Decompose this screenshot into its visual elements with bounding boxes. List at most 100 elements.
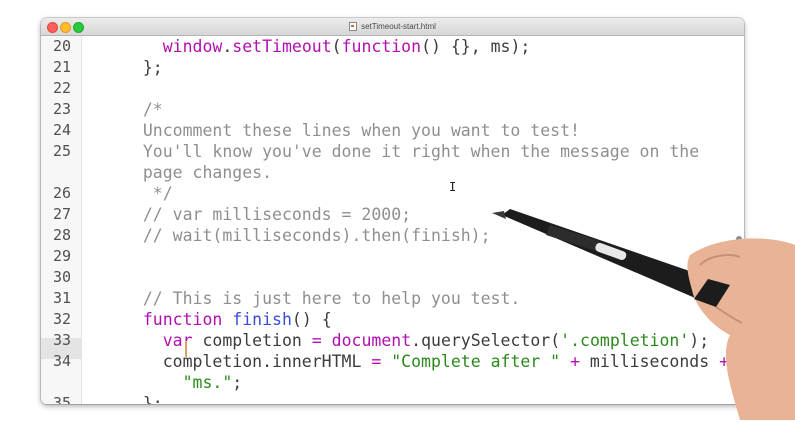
vertical-scrollbar[interactable]	[736, 236, 742, 404]
code-token: // wait(milliseconds).then(finish);	[123, 226, 491, 245]
code-editor[interactable]: 20 window.setTimeout(function() {}, ms);…	[41, 36, 744, 404]
line-number: 33	[52, 331, 71, 349]
code-token: You'll know you've done it right when th…	[123, 142, 700, 161]
line-number: 21	[52, 58, 71, 76]
code-line[interactable]: 27 // var milliseconds = 2000;	[41, 204, 741, 225]
code-token: page changes.	[123, 163, 273, 182]
code-line[interactable]: 31 // This is just here to help you test…	[41, 288, 741, 309]
code-token: +	[570, 352, 580, 371]
line-number: 28	[52, 226, 71, 244]
code-token: .querySelector(	[411, 331, 561, 350]
code-token: () {	[291, 310, 332, 329]
code-line[interactable]: 28 // wait(milliseconds).then(finish);	[41, 225, 741, 246]
code-token: () {}, ms);	[421, 37, 531, 56]
line-number: 31	[52, 289, 71, 307]
code-token: completion	[192, 331, 312, 350]
code-token: +	[719, 352, 730, 371]
code-line[interactable]: 20 window.setTimeout(function() {}, ms);	[41, 36, 741, 57]
code-token: "ms."	[182, 373, 233, 392]
code-line[interactable]: 32 function finish() {	[41, 309, 741, 330]
file-icon	[349, 22, 358, 31]
line-code[interactable]: */	[123, 183, 173, 204]
code-token: };	[123, 58, 163, 77]
line-number: 23	[52, 100, 71, 118]
line-number: 25	[52, 142, 71, 160]
code-line[interactable]: 30	[41, 267, 741, 288]
code-token: finish	[232, 310, 292, 329]
code-token: =	[311, 331, 322, 350]
code-line[interactable]: 24 Uncomment these lines when you want t…	[41, 120, 741, 141]
window-title-wrap: setTimeout-start.html	[41, 18, 744, 35]
code-token: milliseconds	[580, 352, 720, 371]
line-number: 26	[52, 184, 71, 202]
line-code[interactable]: // wait(milliseconds).then(finish);	[123, 225, 491, 246]
code-line[interactable]: 35 };	[41, 393, 741, 404]
code-token: window	[162, 37, 223, 56]
line-code[interactable]: // This is just here to help you test.	[123, 288, 521, 309]
line-number: 30	[52, 268, 71, 286]
code-token: */	[123, 184, 173, 203]
code-token: function	[142, 310, 223, 329]
line-code[interactable]: var completion = document.querySelector(…	[123, 330, 709, 351]
code-line[interactable]: page changes.	[41, 162, 741, 183]
line-number: 29	[52, 247, 71, 265]
line-number: 32	[52, 310, 71, 328]
text-cursor-icon: I	[449, 180, 457, 194]
line-code[interactable]: Uncomment these lines when you want to t…	[123, 120, 580, 141]
code-token: // var milliseconds = 2000;	[123, 205, 412, 224]
title-bar: setTimeout-start.html	[41, 18, 744, 36]
code-line[interactable]: 21 };	[41, 57, 741, 78]
line-code[interactable]: };	[123, 393, 163, 404]
code-line[interactable]: 26 */	[41, 183, 741, 204]
text-cursor	[185, 341, 187, 357]
line-number: 27	[52, 205, 71, 223]
editor-window: setTimeout-start.html 20 window.setTimeo…	[41, 18, 744, 404]
code-line[interactable]: 33 var completion = document.querySelect…	[41, 330, 741, 351]
line-number: 22	[52, 79, 71, 97]
code-token: =	[371, 352, 382, 371]
line-code[interactable]: function finish() {	[123, 309, 332, 330]
line-code[interactable]: page changes.	[123, 162, 272, 183]
line-code[interactable]: completion.innerHTML = "Complete after "…	[123, 351, 729, 372]
line-code[interactable]: You'll know you've done it right when th…	[123, 141, 699, 162]
line-number: 24	[52, 121, 71, 139]
line-number: 20	[52, 37, 71, 55]
code-token: setTimeout	[232, 37, 332, 56]
line-code[interactable]: };	[123, 57, 163, 78]
code-token: var	[162, 331, 193, 350]
code-token: document	[331, 331, 412, 350]
line-code[interactable]: // var milliseconds = 2000;	[123, 204, 411, 225]
code-token: Uncomment these lines when you want to t…	[123, 121, 580, 140]
code-line[interactable]: "ms.";	[41, 372, 741, 393]
line-number: 34	[52, 352, 71, 370]
window-title: setTimeout-start.html	[361, 22, 436, 31]
line-code[interactable]: /*	[123, 99, 163, 120]
line-code[interactable]: window.setTimeout(function() {}, ms);	[123, 36, 531, 57]
code-token: };	[123, 394, 163, 404]
code-token: '.completion'	[560, 331, 690, 350]
code-token: /*	[123, 100, 163, 119]
code-line[interactable]: 23 /*	[41, 99, 741, 120]
code-token: // This is just here to help you test.	[123, 289, 521, 308]
code-token: function	[341, 37, 422, 56]
code-line[interactable]: 22	[41, 78, 741, 99]
code-line[interactable]: 34 completion.innerHTML = "Complete afte…	[41, 351, 741, 372]
code-token: );	[689, 331, 710, 350]
code-token: (	[331, 37, 342, 56]
code-line[interactable]: 29	[41, 246, 741, 267]
line-number: 35	[52, 394, 71, 404]
code-line[interactable]: 25 You'll know you've done it right when…	[41, 141, 741, 162]
code-token: .	[222, 37, 233, 56]
code-token: "Complete after "	[391, 352, 561, 371]
code-token: completion.innerHTML	[123, 352, 372, 371]
line-code[interactable]: "ms.";	[123, 372, 243, 393]
code-token: ;	[232, 373, 243, 392]
